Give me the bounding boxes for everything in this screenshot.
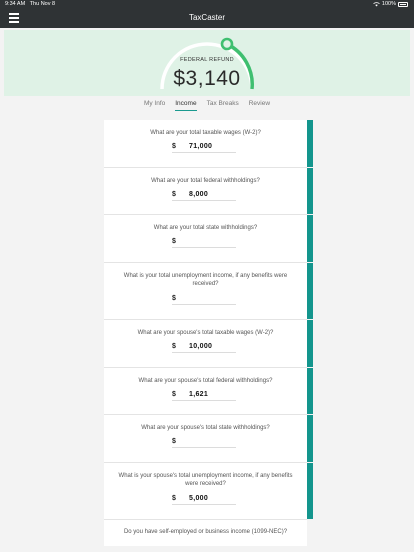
status-bar: 9:34 AM Thu Nov 8 100% — [0, 0, 414, 9]
currency-symbol: $ — [172, 495, 176, 502]
question-card: What are your total federal withholdings… — [104, 168, 313, 215]
federal-withholdings-input[interactable]: $ 8,000 — [172, 190, 236, 201]
card-accent — [307, 263, 313, 319]
status-time: 9:34 AM — [5, 1, 26, 7]
state-withholdings-input[interactable]: $ — [172, 237, 236, 248]
refund-amount: $3,140 — [173, 67, 241, 90]
question-card: What are your spouse's total federal wit… — [104, 368, 313, 415]
question-card: What are your total taxable wages (W-2)?… — [104, 120, 313, 168]
spouse-federal-withholdings-input[interactable]: $ 1,621 — [172, 390, 236, 401]
question-text: What are your total taxable wages (W-2)? — [150, 130, 261, 136]
card-accent — [307, 415, 313, 462]
card-accent — [307, 320, 313, 367]
currency-symbol: $ — [172, 343, 176, 350]
nav-bar: TaxCaster — [0, 9, 414, 28]
question-card: What is your spouse's total unemployment… — [104, 463, 313, 520]
question-card: What are your total state withholdings? … — [104, 215, 313, 263]
question-text: What are your total state withholdings? — [153, 225, 258, 231]
question-card: What are your spouse's total state withh… — [104, 415, 313, 463]
question-text: What are your total federal withholdings… — [151, 178, 260, 184]
battery-percent: 100% — [381, 1, 396, 7]
question-text: What is your spouse's total unemployment… — [118, 473, 293, 487]
card-accent — [307, 120, 313, 167]
question-text: Do you have self-employed or business in… — [123, 529, 288, 535]
self-employed-question-card[interactable]: Do you have self-employed or business in… — [104, 520, 307, 546]
refund-label: FEDERAL REFUND — [180, 57, 234, 63]
input-value: 71,000 — [189, 143, 213, 150]
currency-symbol: $ — [172, 238, 176, 245]
currency-symbol: $ — [172, 143, 176, 150]
wifi-icon — [373, 1, 380, 6]
status-time-date: 9:34 AM Thu Nov 8 — [5, 1, 55, 7]
status-indicators: 100% — [373, 1, 408, 7]
currency-symbol: $ — [172, 295, 176, 302]
tab-income[interactable]: Income — [170, 100, 201, 112]
input-value: 8,000 — [189, 191, 209, 198]
question-text: What are your spouse's total taxable wag… — [137, 330, 274, 336]
income-question-list: What are your total taxable wages (W-2)?… — [104, 120, 313, 520]
question-card: What are your spouse's total taxable wag… — [104, 320, 313, 368]
spouse-state-withholdings-input[interactable]: $ — [172, 437, 236, 448]
input-value: 5,000 — [189, 495, 209, 502]
input-value: 1,621 — [189, 391, 209, 398]
card-accent — [307, 463, 313, 519]
currency-symbol: $ — [172, 391, 176, 398]
tab-tax-breaks[interactable]: Tax Breaks — [202, 100, 244, 112]
tab-my-info[interactable]: My Info — [139, 100, 170, 112]
question-text: What is your total unemployment income, … — [123, 273, 288, 287]
unemployment-income-input[interactable]: $ — [172, 294, 236, 305]
currency-symbol: $ — [172, 438, 176, 445]
currency-symbol: $ — [172, 191, 176, 198]
battery-icon — [398, 1, 408, 7]
card-accent — [307, 368, 313, 414]
question-card: What is your total unemployment income, … — [104, 263, 313, 320]
card-accent — [307, 215, 313, 262]
gauge-handle-icon — [220, 37, 234, 51]
tab-review[interactable]: Review — [244, 100, 275, 112]
status-date: Thu Nov 8 — [29, 1, 56, 7]
question-text: What are your spouse's total federal wit… — [138, 378, 273, 384]
taxable-wages-input[interactable]: $ 71,000 — [172, 142, 236, 153]
question-text: What are your spouse's total state withh… — [141, 425, 270, 431]
card-accent — [307, 168, 313, 214]
spouse-taxable-wages-input[interactable]: $ 10,000 — [172, 342, 236, 353]
tab-bar: My Info Income Tax Breaks Review — [0, 100, 414, 112]
app-title: TaxCaster — [188, 13, 225, 22]
refund-panel: FEDERAL REFUND $3,140 — [4, 30, 410, 96]
spouse-unemployment-income-input[interactable]: $ 5,000 — [172, 494, 236, 505]
input-value: 10,000 — [189, 343, 213, 350]
